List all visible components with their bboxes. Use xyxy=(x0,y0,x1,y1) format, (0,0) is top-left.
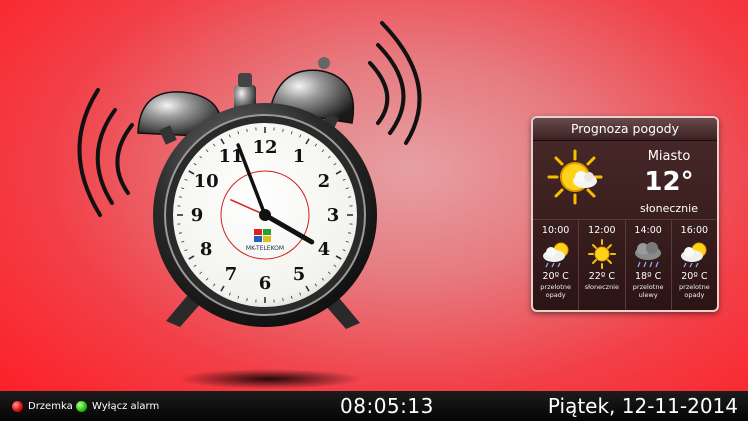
current-date: Piątek, 12-11-2014 xyxy=(547,394,738,418)
forecast-desc: przelotne opady xyxy=(540,283,571,299)
alarm-off-button[interactable]: Wyłącz alarm xyxy=(76,391,159,421)
clock-numeral: 6 xyxy=(259,273,272,294)
clock-numeral: 8 xyxy=(200,239,213,260)
clock-numeral: 5 xyxy=(293,264,306,285)
storm-cloud-icon xyxy=(635,242,662,268)
forecast-temp: 20º C xyxy=(681,271,708,282)
forecast-temp: 20º C xyxy=(542,271,569,282)
forecast-temp: 22º C xyxy=(588,271,615,282)
forecast-temp: 18º C xyxy=(635,271,662,282)
cloud-sun-rain-icon xyxy=(542,242,569,268)
forecast-slot: 14:00 18º C przelotne ulewy xyxy=(626,220,672,310)
green-dot-icon xyxy=(76,400,87,412)
sun-icon xyxy=(587,239,616,269)
weather-title: Prognoza pogody xyxy=(533,118,717,141)
weather-city: Miasto xyxy=(647,149,691,164)
clock-numeral: 4 xyxy=(318,239,331,260)
clock-numeral: 12 xyxy=(252,137,277,158)
weather-current: Miasto 12° słonecznie xyxy=(533,141,717,219)
clock-numeral: 9 xyxy=(191,205,204,226)
forecast-slot: 12:00 22º C słonecznie xyxy=(579,220,626,310)
snooze-label: Drzemka xyxy=(28,400,73,412)
hand-pivot xyxy=(259,209,271,221)
alarm-off-label: Wyłącz alarm xyxy=(92,400,160,412)
clock-numeral: 2 xyxy=(318,171,331,192)
forecast-desc: słonecznie xyxy=(584,283,619,291)
forecast-slot: 16:00 20º C przelotne opady xyxy=(672,220,717,310)
forecast-time: 10:00 xyxy=(541,225,570,236)
weather-widget: Prognoza pogody Miasto 12° słonecznie 10… xyxy=(531,116,719,312)
weather-condition: słonecznie xyxy=(640,202,698,215)
alarm-clock: 12 1 2 3 4 5 6 7 8 9 10 11 MK-TELEKOM xyxy=(60,15,440,395)
vibration-lines-left xyxy=(77,88,134,217)
weather-temperature: 12° xyxy=(644,167,694,197)
clock-numeral: 3 xyxy=(327,205,340,226)
snooze-button[interactable]: Drzemka xyxy=(12,391,73,421)
bottom-bar: Drzemka Wyłącz alarm 08:05:13 Piątek, 12… xyxy=(0,391,748,421)
clock-numeral: 1 xyxy=(293,146,306,167)
forecast-slot: 10:00 20º C przelotne opady xyxy=(533,220,580,310)
sun-cloud-icon xyxy=(547,149,603,205)
cloud-sun-rain-icon xyxy=(681,242,707,268)
vibration-lines-right xyxy=(368,21,422,145)
forecast-time: 14:00 xyxy=(634,225,662,236)
forecast-time: 12:00 xyxy=(588,225,616,236)
alarm-clock-graphic: 12 1234567891011 MK-TELEKOM xyxy=(77,21,422,389)
clock-numeral: 10 xyxy=(194,171,219,192)
clock-numeral: 7 xyxy=(225,264,238,285)
red-dot-icon xyxy=(12,400,23,412)
weather-forecast: 10:00 20º C przelotne opady 12:00 22º C … xyxy=(533,219,717,310)
forecast-time: 16:00 xyxy=(680,225,709,236)
forecast-desc: przelotne opady xyxy=(679,283,710,299)
current-time: 08:05:13 xyxy=(340,394,434,418)
brand-text: MK-TELEKOM xyxy=(246,245,284,252)
clock-shadow xyxy=(178,369,362,389)
forecast-desc: przelotne ulewy xyxy=(632,283,664,299)
